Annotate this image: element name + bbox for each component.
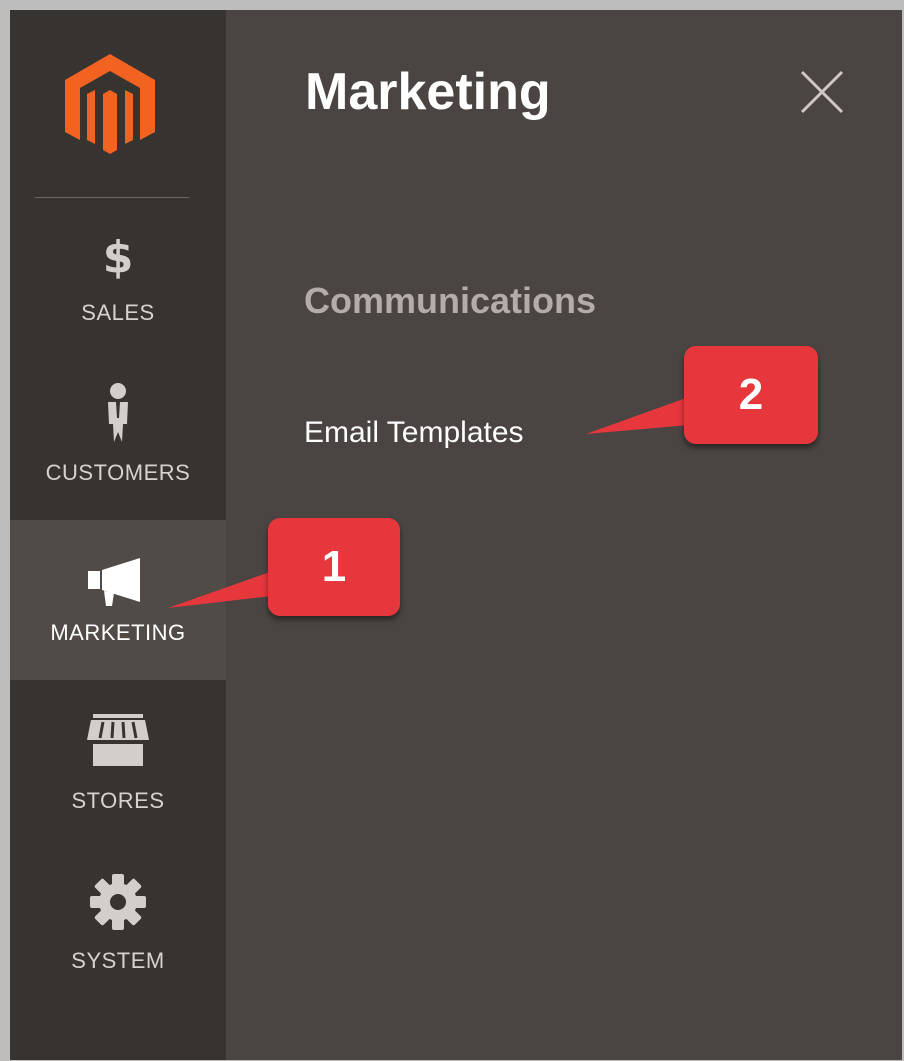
gear-icon — [90, 874, 146, 930]
panel-title: Marketing — [305, 63, 551, 121]
sidebar-item-stores[interactable]: STORES — [10, 700, 226, 860]
sidebar-item-label: SYSTEM — [71, 948, 165, 973]
callout-badge-2: 2 — [684, 346, 818, 444]
callout-badge-1: 1 — [268, 518, 400, 616]
callout-number: 1 — [321, 542, 347, 591]
section-title-communications: Communications — [304, 280, 597, 321]
storefront-icon — [87, 714, 149, 766]
sidebar-item-label: SALES — [81, 300, 155, 325]
dollar-icon: $ — [102, 232, 134, 283]
sidebar-item-marketing[interactable]: MARKETING — [10, 520, 226, 680]
person-icon — [108, 383, 128, 442]
sidebar-item-label: CUSTOMERS — [45, 460, 191, 485]
sidebar-item-system[interactable]: SYSTEM — [10, 860, 226, 1020]
megaphone-icon — [88, 558, 140, 606]
email-templates-link[interactable]: Email Templates — [304, 416, 524, 450]
admin-window: $ SALES CUSTOMERS MARKETING STORES SYSTE… — [10, 10, 902, 1060]
sidebar-item-label: MARKETING — [50, 620, 186, 645]
sidebar-item-customers[interactable]: CUSTOMERS — [10, 370, 226, 530]
admin-sidebar: $ SALES CUSTOMERS MARKETING STORES SYSTE… — [10, 10, 226, 1060]
sidebar-item-sales[interactable]: $ SALES — [10, 210, 226, 370]
sidebar-divider — [35, 197, 189, 198]
magento-logo-icon[interactable] — [65, 54, 155, 154]
close-icon[interactable] — [798, 68, 846, 116]
callout-number: 2 — [738, 370, 764, 419]
sidebar-item-label: STORES — [71, 788, 165, 813]
